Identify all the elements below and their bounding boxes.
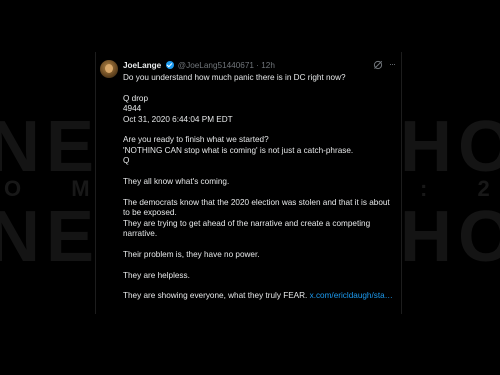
tweet-line: The democrats know that the 2020 electio… bbox=[123, 197, 390, 218]
tweet-line: Q drop bbox=[123, 93, 149, 103]
tweet-header: JoeLange @JoeLang51440671 · 12h bbox=[123, 60, 275, 72]
tweet-line: They all know what's coming. bbox=[123, 177, 230, 187]
tweet-line: Are you ready to finish what we started? bbox=[123, 135, 269, 145]
background-text-bottom-right: HOV bbox=[400, 202, 500, 272]
tweet-line: They are helpless. bbox=[123, 270, 190, 280]
quoted-link[interactable]: x.com/ericldaugh/sta… bbox=[310, 291, 393, 300]
tweet-line: 'NOTHING CAN stop what is coming' is not… bbox=[123, 145, 354, 155]
avatar[interactable] bbox=[100, 60, 118, 78]
avatar-face bbox=[105, 64, 113, 73]
verified-badge-icon bbox=[165, 61, 174, 69]
tweet-line: 4944 bbox=[123, 104, 142, 114]
background-text-middle-right: : 2 bbox=[420, 178, 490, 200]
tweet-body: Do you understand how much panic there i… bbox=[123, 73, 395, 302]
user-handle[interactable]: @JoeLang51440671 bbox=[178, 61, 254, 70]
tweet-line: They are trying to get ahead of the narr… bbox=[123, 218, 371, 239]
tweet-card[interactable]: JoeLange @JoeLang51440671 · 12h ··· Do y… bbox=[95, 52, 402, 314]
separator: · bbox=[256, 61, 259, 70]
grok-icon[interactable] bbox=[373, 60, 383, 70]
tweet-line: Oct 31, 2020 6:44:04 PM EDT bbox=[123, 114, 233, 124]
tweet-line: Q bbox=[123, 156, 130, 166]
timestamp[interactable]: 12h bbox=[261, 61, 275, 70]
background-text-top-left: NE bbox=[0, 112, 101, 182]
background-text-top-right: HOV bbox=[400, 112, 500, 182]
background-text-bottom-left: NE bbox=[0, 202, 101, 272]
tweet-line: Their problem is, they have no power. bbox=[123, 249, 260, 259]
tweet-last-line-text: They are showing everyone, what they tru… bbox=[123, 291, 308, 301]
more-icon[interactable]: ··· bbox=[389, 59, 396, 69]
username[interactable]: JoeLange bbox=[123, 61, 161, 70]
tweet-last-line: They are showing everyone, what they tru… bbox=[123, 291, 395, 301]
tweet-line: Do you understand how much panic there i… bbox=[123, 73, 346, 82]
